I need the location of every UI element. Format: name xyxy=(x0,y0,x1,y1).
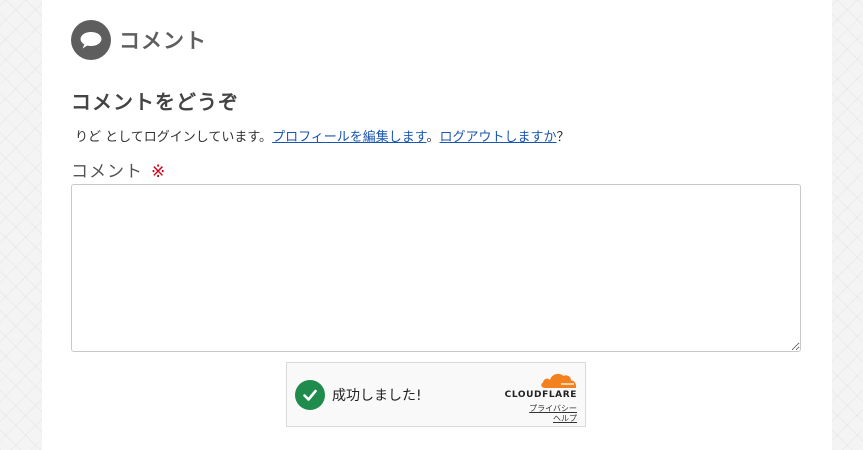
success-status-text: 成功しました! xyxy=(332,388,422,404)
required-mark: ※ xyxy=(151,162,167,182)
section-title: コメント xyxy=(119,29,207,53)
logged-in-as: りど としてログインしています。プロフィールを編集します。ログアウトしますか？ xyxy=(75,126,570,145)
comment-label: コメント ※ xyxy=(71,157,166,182)
cloudflare-cloud-icon xyxy=(541,373,577,388)
section-header: コメント xyxy=(71,20,207,60)
check-icon xyxy=(295,380,325,410)
comment-label-text: コメント xyxy=(71,162,143,182)
reply-title: コメントをどうぞ xyxy=(71,90,239,114)
privacy-link[interactable]: プライバシー xyxy=(529,404,577,414)
comment-textarea[interactable] xyxy=(71,184,801,352)
turnstile-widget: 成功しました! CLOUDFLARE プライバシー ヘルプ xyxy=(286,362,586,427)
logout-link[interactable]: ログアウトしますか xyxy=(440,130,557,145)
logged-in-text: りど としてログインしています。 xyxy=(75,130,273,145)
speech-bubble-icon xyxy=(71,20,111,60)
separator-text: 。 xyxy=(426,130,440,145)
question-mark-text: ？ xyxy=(556,130,570,145)
cloudflare-logo: CLOUDFLARE プライバシー ヘルプ xyxy=(505,371,577,424)
comment-section: コメント コメントをどうぞ りど としてログインしています。プロフィールを編集し… xyxy=(42,0,832,450)
edit-profile-link[interactable]: プロフィールを編集します xyxy=(272,130,426,145)
help-link[interactable]: ヘルプ xyxy=(553,414,577,424)
cloudflare-wordmark: CLOUDFLARE xyxy=(504,390,577,400)
